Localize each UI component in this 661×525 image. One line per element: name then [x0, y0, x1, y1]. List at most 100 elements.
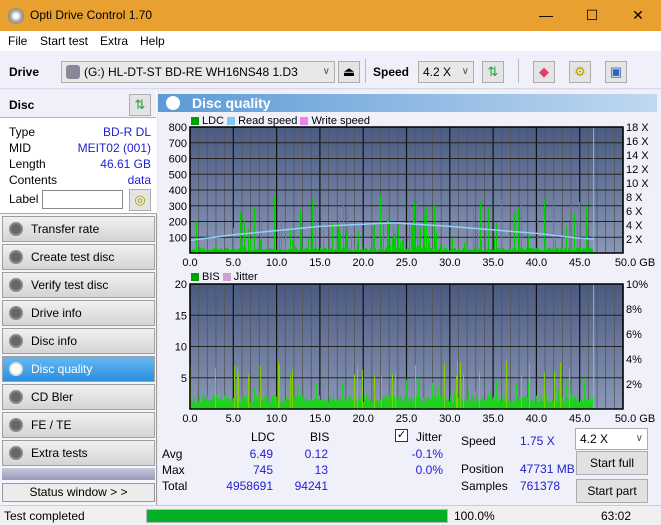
refresh-button[interactable]: ⇅	[482, 61, 504, 83]
disc-icon	[9, 362, 23, 376]
drive-select[interactable]: (G:) HL-DT-ST BD-RE WH16NS48 1.D3 ∨	[61, 61, 335, 83]
close-button[interactable]: ✕	[615, 0, 661, 31]
nav-spacer	[2, 468, 155, 480]
eject-button[interactable]: ⏏	[338, 61, 360, 83]
stats-total-ldc: 4958691	[226, 479, 273, 493]
menu-bar: File Start test Extra Help	[0, 31, 661, 51]
nav-label: Verify test disc	[31, 278, 109, 292]
y2-tick-label: 10%	[626, 279, 648, 291]
maximize-button[interactable]: ☐	[569, 0, 615, 31]
start-full-button[interactable]: Start full	[576, 451, 648, 475]
y-tick-label: 15	[175, 310, 187, 322]
menu-file[interactable]: File	[8, 34, 27, 48]
x-tick-label: 40.0	[526, 413, 547, 425]
progress-bar	[146, 509, 448, 523]
disc-mid-label: MID	[9, 141, 31, 155]
drive-icon	[66, 65, 80, 79]
start-part-button[interactable]: Start part	[576, 479, 648, 503]
disc-panel-header: Disc ⇅	[0, 90, 156, 118]
y-tick-label: 700	[169, 138, 187, 150]
nav-cd-bler[interactable]: CD Bler	[2, 384, 155, 410]
stats-avg-jitter: -0.1%	[411, 447, 443, 461]
nav-transfer-rate[interactable]: Transfer rate	[2, 216, 155, 242]
speed-value: 4.2 X	[423, 65, 452, 79]
disc-label-button[interactable]: ◎	[129, 189, 151, 211]
x-tick-label: 50.0 GB	[615, 413, 655, 425]
sidebar: Disc ⇅ Type BD-R DL MID MEIT02 (001) Len…	[0, 90, 157, 505]
test-speed-select[interactable]: 4.2 X ∨	[575, 428, 648, 450]
x-tick-label: 30.0	[439, 257, 460, 269]
nav-label: FE / TE	[31, 418, 72, 432]
nav-fe-te[interactable]: FE / TE	[2, 412, 155, 438]
elapsed-time: 63:02	[601, 509, 632, 523]
speed-select[interactable]: 4.2 X ∨	[418, 61, 474, 83]
stats-max-bis: 13	[314, 463, 328, 477]
jitter-checkbox[interactable]: ✓	[395, 429, 408, 442]
disc-type-label: Type	[9, 125, 36, 139]
y2-tick-label: 4 X	[626, 220, 643, 232]
x-tick-label: 10.0	[266, 413, 287, 425]
position-label: Position	[461, 462, 504, 476]
y-tick-label: 100	[169, 232, 187, 244]
disc-contents-value: data	[127, 173, 151, 187]
y-tick-label: 500	[169, 169, 187, 181]
nav-create-test-disc[interactable]: Create test disc	[2, 244, 155, 270]
stats-total-label: Total	[162, 479, 188, 493]
nav-label: Create test disc	[31, 250, 115, 264]
nav-drive-info[interactable]: Drive info	[2, 300, 155, 326]
title-bar: Opti Drive Control 1.70 — ☐ ✕	[0, 0, 661, 31]
speed-stat-label: Speed	[461, 434, 496, 448]
x-tick-label: 50.0 GB	[615, 257, 655, 269]
position-value: 47731 MB	[520, 462, 575, 476]
nav-extra-tests[interactable]: Extra tests	[2, 440, 155, 466]
disc-icon	[9, 390, 23, 404]
disc-icon	[9, 418, 23, 432]
save-button[interactable]: ▣	[605, 61, 627, 83]
stats-avg-label: Avg	[162, 447, 183, 461]
x-tick-label: 25.0	[396, 257, 417, 269]
status-text: Test completed	[4, 509, 85, 523]
y-tick-label: 800	[169, 122, 187, 134]
y2-tick-label: 6 X	[626, 206, 643, 218]
disc-label-input[interactable]	[42, 190, 123, 209]
refresh-arrows-icon: ⇅	[134, 97, 146, 112]
stats-max-jitter: 0.0%	[415, 463, 443, 477]
test-speed-value: 4.2 X	[580, 432, 609, 446]
disc-length-value: 46.61 GB	[100, 157, 151, 171]
x-tick-label: 35.0	[482, 413, 503, 425]
y2-tick-label: 14 X	[626, 150, 649, 162]
x-tick-label: 45.0	[569, 413, 590, 425]
y2-tick-label: 16 X	[626, 136, 649, 148]
nav-disc-quality[interactable]: Disc quality	[2, 356, 155, 382]
y2-tick-label: 4%	[626, 354, 642, 366]
progress-fill	[147, 510, 447, 522]
stats-max-ldc: 745	[252, 463, 273, 477]
settings-button[interactable]: ⚙	[569, 61, 591, 83]
nav-verify-test-disc[interactable]: Verify test disc	[2, 272, 155, 298]
x-tick-label: 45.0	[569, 257, 590, 269]
y2-tick-label: 18 X	[626, 122, 649, 134]
jitter-label: Jitter	[416, 430, 443, 444]
menu-start-test[interactable]: Start test	[40, 34, 88, 48]
toolbar: Drive (G:) HL-DT-ST BD-RE WH16NS48 1.D3 …	[0, 51, 661, 89]
y2-tick-label: 8%	[626, 304, 642, 316]
disc-refresh-button[interactable]: ⇅	[129, 94, 151, 116]
nav-label: Drive info	[31, 306, 82, 320]
nav-disc-info[interactable]: Disc info	[2, 328, 155, 354]
minimize-button[interactable]: —	[523, 0, 569, 31]
stats-col-ldc: LDC	[251, 430, 276, 444]
chevron-down-icon: ∨	[635, 433, 643, 444]
stats-avg-ldc: 6.49	[249, 447, 273, 461]
speed-stat-value: 1.75 X	[520, 434, 555, 448]
y2-tick-label: 8 X	[626, 192, 643, 204]
erase-button[interactable]: ◆	[533, 61, 555, 83]
menu-extra[interactable]: Extra	[100, 34, 128, 48]
charts-svg: 0.0 5.0 10.0 15.0 20.0 25.0 30.0 35.0 40.0 45.0 50…	[169, 122, 656, 425]
menu-help[interactable]: Help	[140, 34, 165, 48]
status-window-button[interactable]: Status window > >	[2, 483, 155, 502]
nav-label: Transfer rate	[31, 222, 100, 236]
chevron-down-icon: ∨	[461, 66, 469, 77]
y-tick-label: 10	[175, 342, 187, 354]
disc-icon	[9, 222, 23, 236]
disc-icon	[9, 446, 23, 460]
